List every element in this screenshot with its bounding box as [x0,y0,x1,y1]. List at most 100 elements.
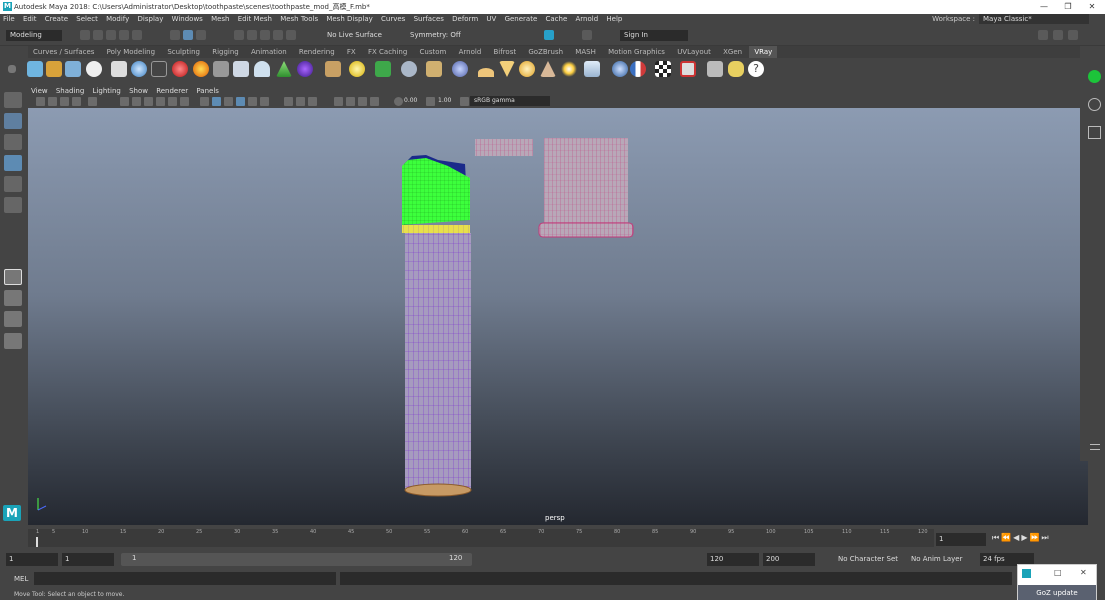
isolate-select-icon[interactable] [334,97,343,106]
grid-icon[interactable] [120,97,129,106]
default-material-icon[interactable] [224,97,233,106]
vray-plane-icon[interactable] [478,68,494,77]
large-cap-shell[interactable] [538,138,634,238]
xray-icon[interactable] [346,97,355,106]
shelf-menu-icon[interactable] [8,65,16,73]
menu-mesh-display[interactable]: Mesh Display [323,14,375,25]
user-icon[interactable] [1088,98,1101,111]
panel-menu-shading[interactable]: Shading [53,86,87,96]
undo-icon[interactable] [119,30,129,40]
tube-cap-selected[interactable] [402,155,470,225]
help-icon[interactable]: ? [748,61,764,77]
menu-modify[interactable]: Modify [103,14,132,25]
menu-help[interactable]: Help [603,14,625,25]
vray-settings-icon[interactable] [27,61,43,77]
view-transform-dropdown[interactable]: sRGB gamma [470,96,550,106]
time-slider[interactable]: 1 5 10 15 20 25 30 35 40 45 50 55 60 65 … [0,525,1105,549]
tab-fx[interactable]: FX [342,46,361,58]
cube-icon[interactable] [1088,126,1101,139]
snap-grid-icon[interactable] [234,30,244,40]
select-object-icon[interactable] [183,30,193,40]
live-surface-label[interactable]: No Live Surface [323,30,399,41]
select-tool-icon[interactable] [4,92,22,108]
vray-rect-light-icon[interactable] [233,61,249,77]
vray-proxy-icon[interactable] [151,61,167,77]
current-time-indicator[interactable] [36,537,38,547]
snap-surface-icon[interactable] [286,30,296,40]
bookmark-icon[interactable] [48,97,57,106]
sign-in-button[interactable]: Sign In [620,30,688,41]
goz-update-button[interactable]: GoZ update [1018,585,1096,600]
cap-ring[interactable] [475,139,533,156]
scene-start-field[interactable]: 1 [6,553,58,566]
scale-tool-icon[interactable] [4,197,22,213]
vray-frame-buffer-icon[interactable] [46,61,62,77]
move-tool-icon[interactable] [4,155,22,171]
vray-render-icon[interactable] [65,61,81,77]
field-chart-icon[interactable] [168,97,177,106]
vray-light-sun-icon[interactable] [561,61,577,77]
save-scene-icon[interactable] [106,30,116,40]
mel-input[interactable] [34,572,336,585]
grease-pencil-icon[interactable] [88,97,97,106]
vray-light-icon[interactable] [213,61,229,77]
panel-menu-lighting[interactable]: Lighting [90,86,124,96]
pause-icon[interactable] [582,30,592,40]
playback-start-field[interactable]: 1 [62,553,114,566]
menu-windows[interactable]: Windows [169,14,206,25]
menu-file[interactable]: File [0,14,18,25]
vray-displacement-icon[interactable] [401,61,417,77]
vray-logo-icon[interactable] [86,61,102,77]
exposure-value[interactable]: 0.00 [404,97,417,104]
select-component-icon[interactable] [196,30,206,40]
goz-maximize-icon[interactable]: □ [1054,568,1062,577]
open-scene-icon[interactable] [93,30,103,40]
vray-sphere-light-icon[interactable] [276,61,292,77]
restore-button[interactable]: ❐ [1056,0,1080,14]
menu-generate[interactable]: Generate [502,14,541,25]
shadows-icon[interactable] [284,97,293,106]
menu-arnold[interactable]: Arnold [573,14,602,25]
vray-physical-camera-icon[interactable] [349,61,365,77]
xray-components-icon[interactable] [370,97,379,106]
vray-checker-icon[interactable] [655,61,671,77]
snap-point-icon[interactable] [260,30,270,40]
modeling-toolkit-icon[interactable] [1038,30,1048,40]
lasso-tool-icon[interactable] [4,113,22,129]
playback-controls[interactable]: ⏮⏪◀▶⏩⏭ [992,533,1051,543]
vray-environment-fog-icon[interactable] [540,61,556,77]
vray-cone-icon[interactable] [499,61,515,77]
playback-end-field[interactable]: 120 [707,553,759,566]
vray-snapshot-icon[interactable] [680,61,696,77]
menu-surfaces[interactable]: Surfaces [411,14,447,25]
gamma-icon[interactable] [426,97,435,106]
menu-select[interactable]: Select [73,14,101,25]
tab-sculpting[interactable]: Sculpting [162,46,205,58]
menu-display[interactable]: Display [135,14,167,25]
tab-arnold[interactable]: Arnold [454,46,487,58]
single-perspective-layout-icon[interactable] [4,269,22,285]
vray-bulb-icon[interactable] [728,61,744,77]
menu-uv[interactable]: UV [483,14,499,25]
range-bar[interactable]: 1 120 [121,553,472,566]
resolution-gate-icon[interactable] [144,97,153,106]
vray-sun-icon[interactable] [325,61,341,77]
four-view-layout-icon[interactable] [4,290,22,306]
tab-rendering[interactable]: Rendering [294,46,340,58]
menu-mesh-tools[interactable]: Mesh Tools [277,14,321,25]
color-management-icon[interactable] [460,97,469,106]
close-button[interactable]: ✕ [1080,0,1104,14]
tab-uvlayout[interactable]: UVLayout [672,46,716,58]
gamma-value[interactable]: 1.00 [438,97,451,104]
motion-blur-icon[interactable] [308,97,317,106]
tab-mash[interactable]: MASH [570,46,601,58]
menu-cache[interactable]: Cache [543,14,571,25]
vray-texture-icon[interactable] [584,61,600,77]
symmetry-label[interactable]: Symmetry: Off [406,30,462,41]
attribute-editor-icon[interactable] [1053,30,1063,40]
gate-mask-icon[interactable] [156,97,165,106]
menu-create[interactable]: Create [42,14,71,25]
character-set-dropdown[interactable]: No Character Set [838,555,898,563]
goz-close-icon[interactable]: ✕ [1080,568,1087,577]
lights-icon[interactable] [260,97,269,106]
